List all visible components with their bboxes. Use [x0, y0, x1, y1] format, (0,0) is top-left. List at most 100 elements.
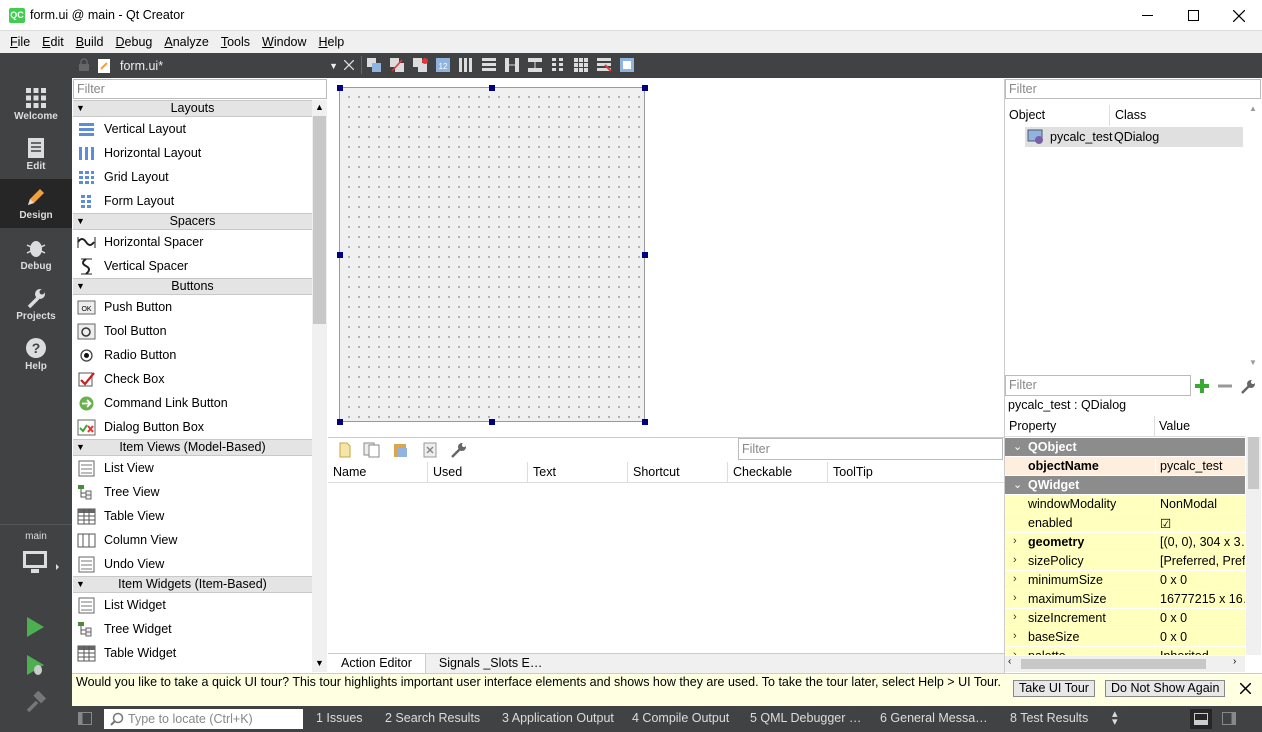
delete-action-icon[interactable]	[422, 442, 438, 458]
menu-file[interactable]: File	[4, 31, 36, 53]
mode-edit[interactable]: Edit	[0, 130, 72, 180]
property-row-basesize[interactable]: › baseSize 0 x 0	[1005, 628, 1245, 647]
kit-selector[interactable]	[22, 549, 62, 580]
edit-signals-slots-icon[interactable]	[389, 57, 405, 73]
toggle-output-pane-button[interactable]	[1190, 709, 1212, 729]
property-value[interactable]: [Preferred, Pref…	[1155, 554, 1245, 568]
debug-run-button[interactable]	[24, 654, 46, 679]
chevron-right-icon[interactable]: ›	[1013, 592, 1017, 604]
property-row-minimumsize[interactable]: › minimumSize 0 x 0	[1005, 571, 1245, 590]
form-dialog-pycalc-test[interactable]	[339, 87, 645, 422]
property-editor-filter[interactable]: Filter	[1005, 375, 1191, 396]
layout-vertical-splitter-icon[interactable]	[527, 57, 543, 73]
property-hscrollbar[interactable]: ‹ ›	[1005, 656, 1245, 672]
property-value[interactable]: 0 x 0	[1155, 611, 1245, 625]
menu-edit[interactable]: Edit	[36, 31, 70, 53]
property-row-enabled[interactable]: enabled ☑	[1005, 514, 1245, 533]
resize-handle-bottom-right[interactable]	[642, 419, 648, 425]
property-row-objectname[interactable]: objectName pycalc_test	[1005, 457, 1245, 476]
output-pane-compile-output[interactable]: 4 Compile Output	[632, 711, 729, 725]
property-value[interactable]: 16777215 x 16…	[1155, 592, 1245, 606]
widget-item-horizontal-spacer[interactable]: Horizontal Spacer	[73, 230, 312, 254]
column-header-class[interactable]: Class	[1110, 105, 1146, 126]
edit-widgets-icon[interactable]	[366, 57, 382, 73]
menu-tools[interactable]: Tools	[215, 31, 256, 53]
mode-debug[interactable]: Debug	[0, 230, 72, 280]
chevron-right-icon[interactable]: ›	[1013, 554, 1017, 566]
column-header-object[interactable]: Object	[1005, 105, 1110, 126]
chevron-right-icon[interactable]: ›	[1013, 649, 1017, 655]
close-button[interactable]	[1216, 0, 1262, 31]
menu-analyze[interactable]: Analyze	[158, 31, 214, 53]
widget-item-grid-layout[interactable]: Grid Layout	[73, 165, 312, 189]
resize-handle-top-right[interactable]	[642, 85, 648, 91]
resize-handle-bottom[interactable]	[489, 419, 495, 425]
layout-horizontal-splitter-icon[interactable]	[504, 57, 520, 73]
property-value[interactable]: 0 x 0	[1155, 630, 1245, 644]
edit-tab-order-icon[interactable]: 12	[435, 57, 451, 73]
column-header-property[interactable]: Property	[1005, 416, 1155, 436]
chevron-right-icon[interactable]: ›	[1013, 535, 1017, 547]
toggle-sidebar-icon[interactable]	[78, 712, 92, 728]
output-pane-general-messages[interactable]: 6 General Messa…	[880, 711, 988, 725]
output-pane-issues[interactable]: 1 Issues	[316, 711, 363, 725]
run-button[interactable]	[24, 616, 46, 641]
output-pane-test-results[interactable]: 8 Test Results	[1010, 711, 1088, 725]
widget-item-horizontal-layout[interactable]: Horizontal Layout	[73, 141, 312, 165]
chevron-right-icon[interactable]: ›	[1013, 573, 1017, 585]
category-header[interactable]: ▼ Item Views (Model-Based)	[73, 439, 312, 456]
widget-box-scrollbar[interactable]: ▲ ▼	[312, 100, 327, 672]
property-configure-wrench-icon[interactable]	[1239, 377, 1257, 398]
widget-item-list-view[interactable]: List View	[73, 456, 312, 480]
menu-debug[interactable]: Debug	[110, 31, 159, 53]
column-header-tooltip[interactable]: ToolTip	[828, 462, 928, 482]
column-header-name[interactable]: Name	[328, 462, 428, 482]
widget-item-tree-view[interactable]: Tree View	[73, 480, 312, 504]
mode-help[interactable]: ? Help	[0, 330, 72, 380]
resize-handle-top-left[interactable]	[337, 85, 343, 91]
paste-action-icon[interactable]	[392, 442, 408, 458]
layout-grid-icon[interactable]	[573, 57, 589, 73]
widget-item-column-view[interactable]: Column View	[73, 528, 312, 552]
break-layout-icon[interactable]	[596, 57, 612, 73]
open-documents-combo[interactable]: form.ui* ▼	[96, 55, 338, 76]
widget-item-command-link-button[interactable]: Command Link Button	[73, 391, 312, 415]
column-header-value[interactable]: Value	[1155, 416, 1190, 436]
output-pane-search-results[interactable]: 2 Search Results	[385, 711, 480, 725]
property-row-sizeincrement[interactable]: › sizeIncrement 0 x 0	[1005, 609, 1245, 628]
category-header[interactable]: ▼ Spacers	[73, 213, 312, 230]
category-header[interactable]: ▼ Layouts	[73, 100, 312, 117]
close-document-button[interactable]	[343, 59, 355, 73]
mode-welcome[interactable]: Welcome	[0, 80, 72, 130]
column-header-text[interactable]: Text	[528, 462, 628, 482]
resize-handle-left[interactable]	[337, 252, 343, 258]
mode-design[interactable]: Design	[0, 179, 72, 228]
layout-horizontally-icon[interactable]	[458, 57, 474, 73]
resize-handle-bottom-left[interactable]	[337, 419, 343, 425]
mode-projects[interactable]: Projects	[0, 280, 72, 330]
scrollbar-thumb[interactable]	[1248, 437, 1259, 489]
resize-handle-right[interactable]	[642, 252, 648, 258]
do-not-show-again-button[interactable]: Do Not Show Again	[1105, 680, 1226, 697]
object-row-pycalc-test[interactable]: pycalc_test QDialog	[1025, 127, 1243, 147]
scrollbar-thumb[interactable]	[313, 116, 326, 324]
resize-handle-top[interactable]	[489, 85, 495, 91]
scroll-down-icon[interactable]: ▼	[315, 658, 324, 668]
widget-item-table-view[interactable]: Table View	[73, 504, 312, 528]
build-button[interactable]	[24, 690, 47, 716]
locator-input[interactable]: Type to locate (Ctrl+K)	[104, 709, 303, 729]
property-row-geometry[interactable]: › geometry [(0, 0), 304 x 3…	[1005, 533, 1245, 552]
configure-wrench-icon[interactable]	[449, 441, 469, 459]
property-table-scrollbar[interactable]	[1246, 437, 1261, 655]
scroll-left-icon[interactable]: ‹	[1008, 656, 1011, 667]
widget-item-radio-button[interactable]: Radio Button	[73, 343, 312, 367]
layout-form-icon[interactable]	[550, 57, 566, 73]
column-header-shortcut[interactable]: Shortcut	[628, 462, 728, 482]
remove-dynamic-property-icon[interactable]	[1216, 377, 1234, 398]
column-header-used[interactable]: Used	[428, 462, 528, 482]
widget-item-check-box[interactable]: Check Box	[73, 367, 312, 391]
copy-action-icon[interactable]	[363, 442, 381, 458]
property-row-windowmodality[interactable]: windowModality NonModal	[1005, 495, 1245, 514]
object-inspector-scrollbar[interactable]: ▲ ▼	[1246, 100, 1261, 372]
widget-item-push-button[interactable]: OK Push Button	[73, 295, 312, 319]
